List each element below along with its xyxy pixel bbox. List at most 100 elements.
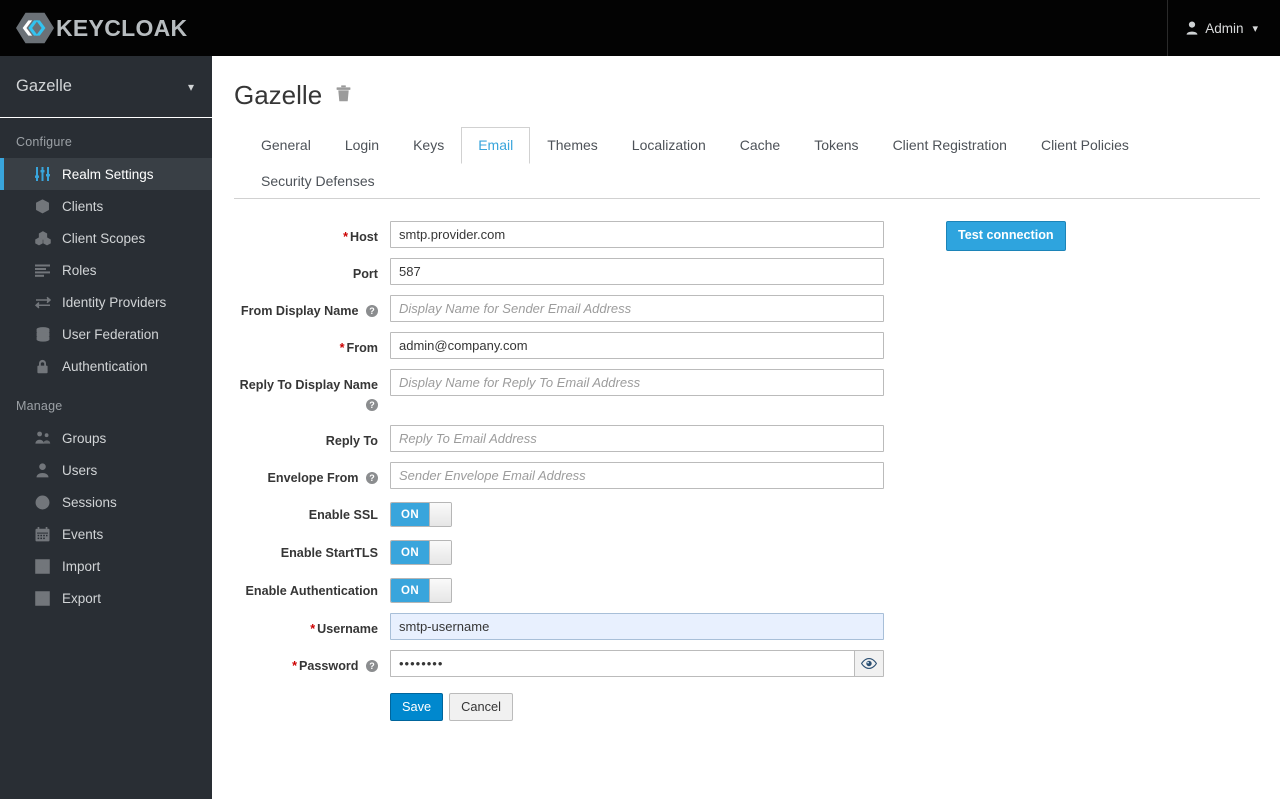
tab-login[interactable]: Login (328, 127, 396, 164)
sidebar-item-client-scopes[interactable]: Client Scopes (0, 222, 212, 254)
tab-client-registration[interactable]: Client Registration (876, 127, 1024, 164)
brand-logo-link[interactable]: KEYCLOAK (16, 9, 187, 47)
required-marker: * (292, 659, 297, 674)
reply-to-input[interactable] (390, 425, 884, 453)
enable-ssl-label: Enable SSL (308, 508, 378, 523)
enable-authentication-label: Enable Authentication (245, 584, 378, 599)
port-input[interactable] (390, 258, 884, 285)
test-connection-container: Test connection (946, 221, 1066, 252)
host-input[interactable] (390, 221, 884, 248)
reply-to-label: Reply To (325, 434, 378, 449)
form-row-enable-ssl: Enable SSL ON (234, 499, 1260, 528)
port-label: Port (352, 267, 378, 281)
realm-settings-tabs: General Login Keys Email Themes Localiza… (234, 127, 1260, 199)
import-arrow-icon (34, 558, 51, 574)
eye-icon[interactable] (854, 650, 884, 678)
help-icon[interactable]: ? (366, 659, 378, 673)
sidebar-item-roles[interactable]: Roles (0, 254, 212, 286)
trash-icon[interactable] (336, 84, 351, 107)
password-label: * Password ? (234, 650, 390, 677)
svg-text:?: ? (369, 306, 375, 316)
form-row-from: * From (234, 332, 1260, 359)
form-row-port: Port (234, 258, 1260, 285)
sidebar-item-identity-providers[interactable]: Identity Providers (0, 286, 212, 318)
from-input[interactable] (390, 332, 884, 359)
required-marker: * (343, 230, 348, 244)
sidebar-item-label: Users (62, 462, 98, 478)
sidebar-item-import[interactable]: Import (0, 550, 212, 582)
sidebar-item-sessions[interactable]: Sessions (0, 486, 212, 518)
tab-email[interactable]: Email (461, 127, 531, 164)
help-icon[interactable]: ? (366, 398, 378, 411)
username-input[interactable] (390, 613, 884, 641)
sidebar-item-users[interactable]: Users (0, 454, 212, 486)
tab-localization[interactable]: Localization (615, 127, 723, 164)
enable-starttls-toggle[interactable]: ON (390, 540, 452, 566)
form-row-actions: Save Cancel (234, 687, 1260, 722)
tab-list: General Login Keys Email Themes Localiza… (244, 127, 1260, 199)
sidebar-item-clients[interactable]: Clients (0, 190, 212, 222)
toggle-knob (429, 503, 451, 527)
envelope-from-label-text: Envelope From (267, 471, 359, 486)
help-icon[interactable]: ? (366, 471, 378, 485)
sidebar-item-realm-settings[interactable]: Realm Settings (0, 158, 212, 190)
user-menu[interactable]: Admin ▾ (1167, 0, 1280, 56)
lock-icon (34, 358, 51, 374)
sidebar-item-user-federation[interactable]: User Federation (0, 318, 212, 350)
chevron-down-icon: ▾ (1252, 22, 1258, 35)
from-display-name-label-text: From Display Name (240, 304, 359, 318)
toggle-state-label: ON (391, 541, 429, 565)
form-row-enable-authentication: Enable Authentication ON (234, 575, 1260, 604)
form-row-host: * Host (234, 221, 1260, 248)
save-button[interactable]: Save (390, 693, 444, 722)
sidebar-item-label: Identity Providers (62, 294, 167, 310)
realm-selector[interactable]: Gazelle ▾ (0, 56, 212, 118)
tab-general[interactable]: General (244, 127, 328, 164)
cancel-button[interactable]: Cancel (449, 693, 514, 722)
cube-icon (34, 198, 51, 214)
envelope-from-input[interactable] (390, 462, 884, 490)
sidebar-item-label: Sessions (62, 494, 117, 510)
reply-to-display-name-label: Reply To Display Name ? (234, 369, 390, 415)
from-label: * From (234, 332, 390, 359)
tab-cache[interactable]: Cache (723, 127, 797, 164)
sidebar-item-label: Groups (62, 430, 107, 446)
sidebar-item-groups[interactable]: Groups (0, 422, 212, 454)
help-icon[interactable]: ? (366, 304, 378, 317)
list-icon (34, 262, 51, 278)
form-row-from-display-name: From Display Name ? (234, 295, 1260, 322)
required-marker: * (339, 341, 345, 355)
username-label-text: Username (317, 622, 378, 637)
sidebar-item-events[interactable]: Events (0, 518, 212, 550)
user-icon (34, 462, 51, 478)
tab-keys[interactable]: Keys (396, 127, 461, 164)
form-row-envelope-from: Envelope From ? (234, 462, 1260, 490)
cubes-icon (34, 230, 51, 246)
sidebar-navigation: Gazelle ▾ Configure Realm Settings Clien… (0, 56, 212, 799)
form-row-reply-to: Reply To (234, 425, 1260, 453)
sidebar-item-label: Clients (62, 198, 104, 214)
email-settings-form: *Host Port From Display Name ? (234, 199, 1260, 722)
sidebar-item-authentication[interactable]: Authentication (0, 350, 212, 382)
form-action-buttons: Save Cancel (390, 693, 884, 722)
sidebar-item-label: Import (62, 558, 101, 574)
enable-authentication-toggle[interactable]: ON (390, 578, 452, 604)
host-label: * Host (234, 221, 390, 248)
page-header: Gazelle (234, 80, 1260, 111)
sidebar-item-export[interactable]: Export (0, 582, 212, 614)
from-display-name-input[interactable] (390, 295, 884, 322)
sidebar-item-label: User Federation (62, 326, 159, 342)
tab-client-policies[interactable]: Client Policies (1024, 127, 1146, 164)
actions-spacer (234, 687, 390, 694)
required-marker: * (310, 622, 316, 637)
svg-text:?: ? (369, 400, 375, 410)
tab-security-defenses[interactable]: Security Defenses (244, 163, 392, 200)
password-input[interactable] (390, 650, 854, 678)
test-connection-button[interactable]: Test connection (946, 221, 1066, 252)
toggle-knob (429, 579, 451, 603)
reply-to-display-name-input[interactable] (390, 369, 884, 396)
tab-themes[interactable]: Themes (530, 127, 615, 164)
enable-ssl-toggle[interactable]: ON (390, 502, 452, 528)
brand-name: KEYCLOAK (56, 14, 188, 41)
tab-tokens[interactable]: Tokens (797, 127, 875, 164)
